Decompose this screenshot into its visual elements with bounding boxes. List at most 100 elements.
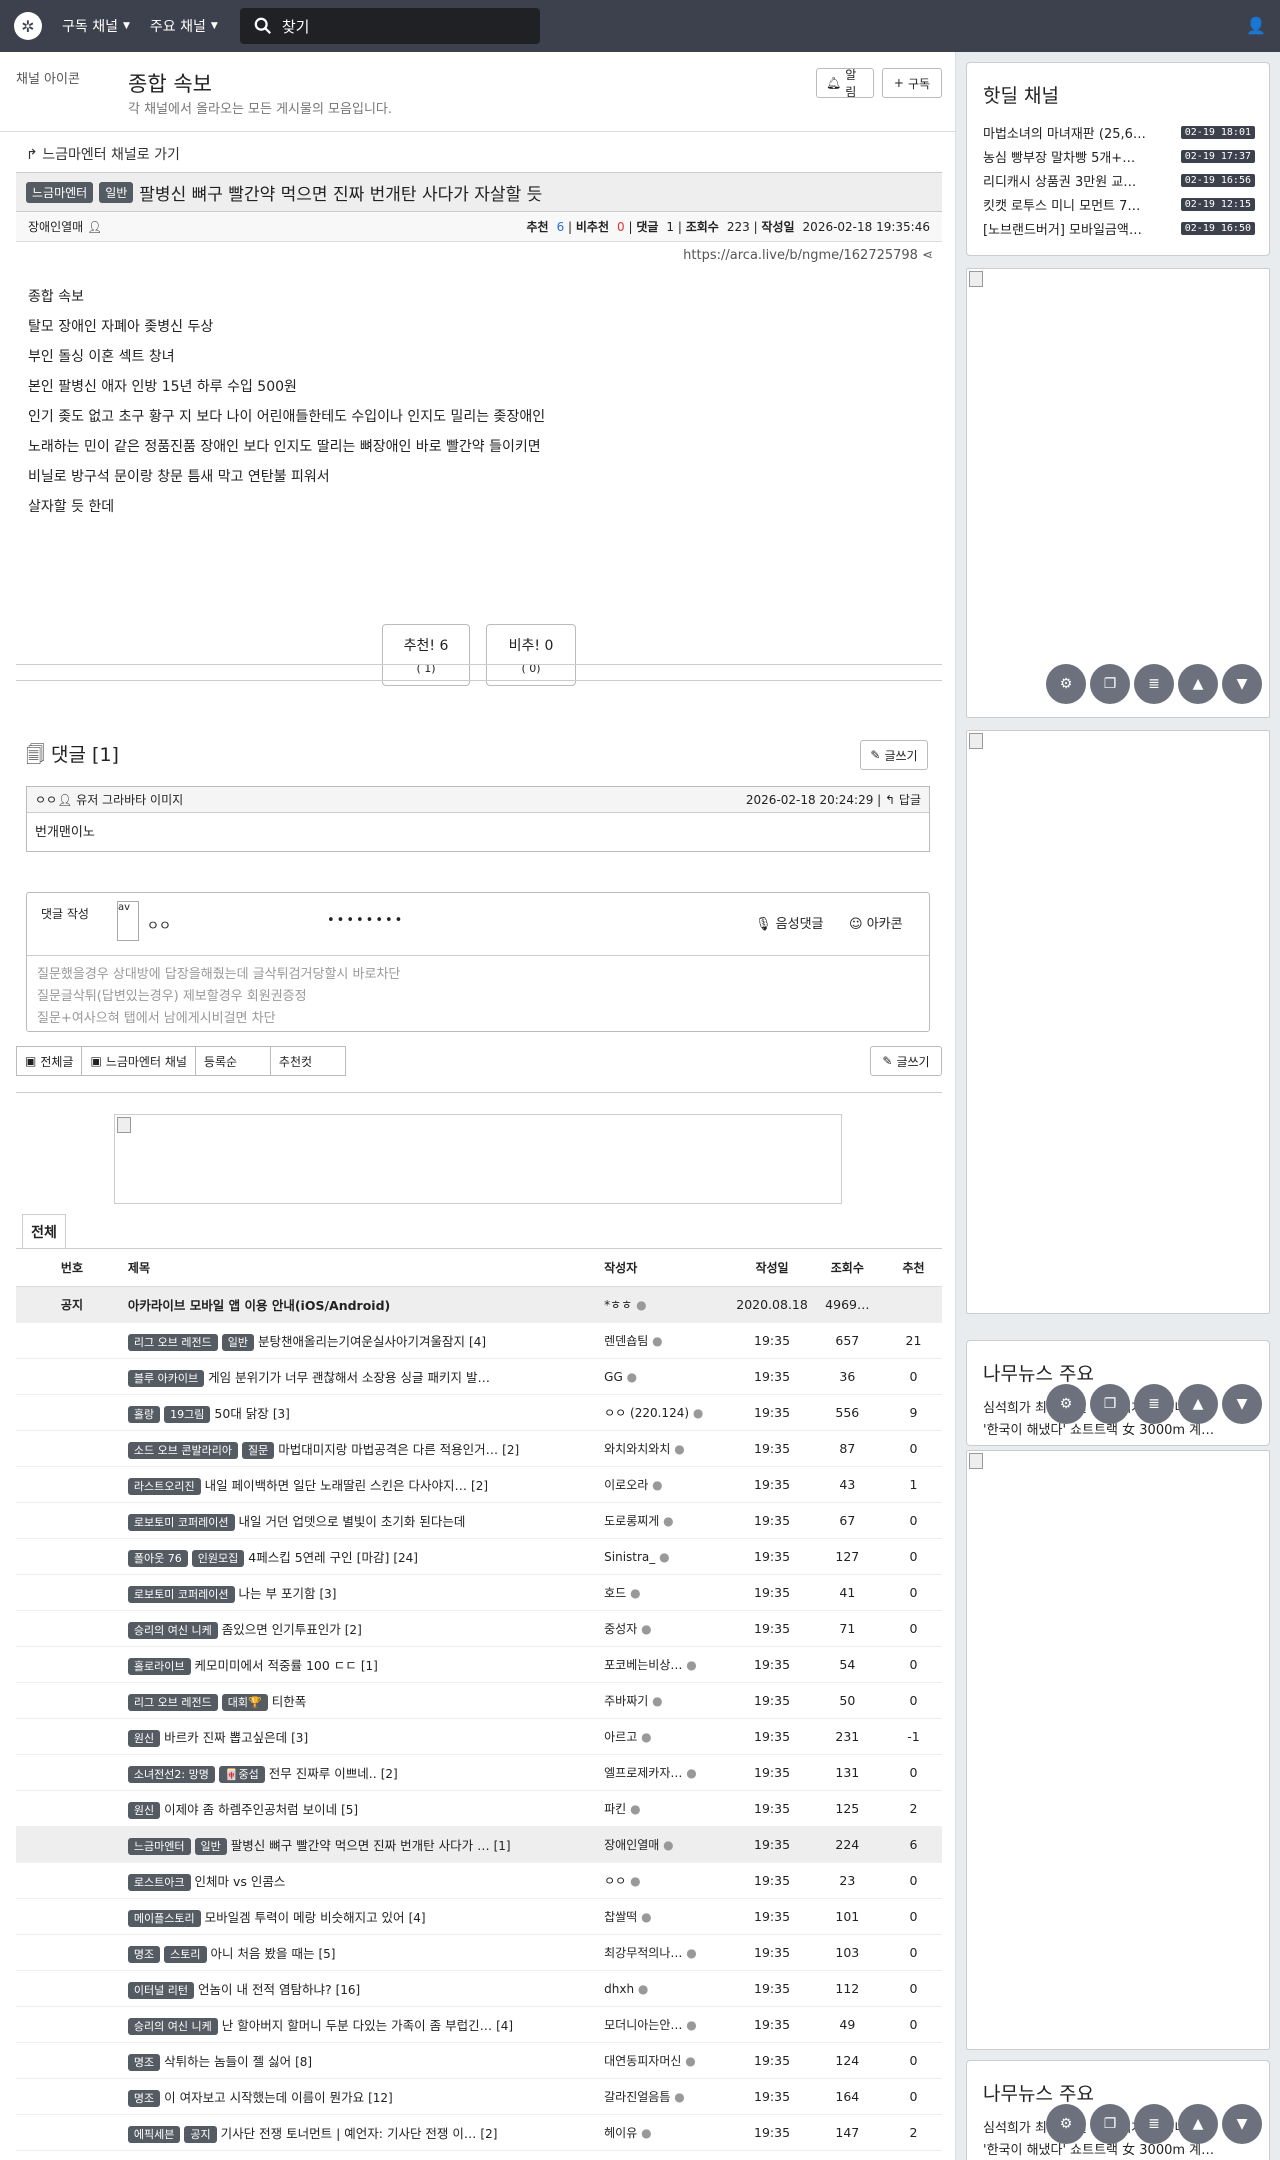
post-title-cell[interactable]: 원신 이제야 좀 하렘주인공처럼 보이네 [5] xyxy=(127,1790,605,1827)
table-row[interactable]: 라스트오리진 내일 페이백하면 일단 노래딸린 스킨은 다사야지… [2] 이로오라… xyxy=(16,1466,942,1503)
category-badge[interactable]: 일반 xyxy=(221,1334,255,1351)
comment-author[interactable]: ㅇㅇ👤︎ 유저 그라바타 이미지 xyxy=(35,791,183,808)
table-row[interactable]: 로보토미 코퍼레이션 나는 부 포기함 [3] 호드 ● 19:35 41 0 xyxy=(16,1574,942,1611)
post-author[interactable]: 파킨 ● xyxy=(604,1790,735,1827)
gear-icon[interactable]: ⚙ xyxy=(1046,2104,1086,2144)
post-title-cell[interactable]: 명조 스토리 아니 처음 봤을 때는 [5] xyxy=(127,1934,605,1971)
password-field[interactable]: •••••••• xyxy=(327,913,404,928)
table-row[interactable]: 이터널 리턴 언놈이 내 전적 염탐하냐? [16] dhxh ● 19:35 11… xyxy=(16,1970,942,2007)
post-title-cell[interactable]: 라스트오리진 내일 페이백하면 일단 노래딸린 스킨은 다사야지… [2] xyxy=(127,1466,605,1503)
best-cut-tab[interactable]: 추천컷 xyxy=(269,1046,346,1076)
post-author[interactable]: 엘프로제카자… ● xyxy=(604,1754,735,1791)
post-title-cell[interactable]: 승리의 여신 니케 난 할아버지 할머니 두분 다있는 가족이 좀 부럽긴… [4] xyxy=(127,2006,605,2043)
ad-slot[interactable] xyxy=(966,268,1270,718)
table-row[interactable]: 홀로라이브 케모미미에서 적중률 100 ㄷㄷ [1] 포코베는비상… ● 19:3… xyxy=(16,1646,942,1683)
post-author[interactable]: 장애인열매 ● xyxy=(604,1826,735,1863)
category-badge[interactable]: 일반 xyxy=(194,1838,227,1855)
table-row[interactable]: 소녀전선2: 망명 🀄중섭 전무 진짜루 이쁘네.. [2] 엘프로제카자… ● 19… xyxy=(16,1754,942,1791)
news-title[interactable]: 나무뉴스 주요 xyxy=(983,1359,1269,1386)
category-badge[interactable]: 원신 xyxy=(127,1802,161,1819)
all-posts-tab[interactable]: ▣ 전체글 xyxy=(16,1046,83,1076)
list-icon[interactable]: ≣ xyxy=(1134,664,1174,704)
category-badge[interactable]: 로스트아크 xyxy=(127,1874,191,1891)
post-author[interactable]: ㅇㅇ ● xyxy=(604,1862,735,1899)
hotdeal-item[interactable]: [노브랜드버거] 모바일금액… 02-19 16:50 xyxy=(967,216,1269,240)
upvote-button[interactable]: 추천! 6( 1) xyxy=(382,624,470,686)
category-badge[interactable]: 폴아웃 76 xyxy=(127,1550,188,1567)
table-row[interactable]: 에픽세븐 공지 기사단 전쟁 토너먼트 | 예언자: 기사단 전쟁 이… [2] 헤이… xyxy=(16,2114,942,2151)
channel-posts-tab[interactable]: ▣ 느금마엔터 채널 xyxy=(81,1046,196,1076)
category-badge[interactable]: 라스트오리진 xyxy=(127,1478,201,1495)
category-badge[interactable]: 19그림 xyxy=(164,1406,211,1423)
nickname-field[interactable]: ㅇㅇ xyxy=(147,915,171,934)
table-row[interactable]: 원신 이제야 좀 하렘주인공처럼 보이네 [5] 파킨 ● 19:35 125 2 xyxy=(16,1790,942,1827)
post-author[interactable]: 모더니아는안… ● xyxy=(604,2006,735,2043)
reply-button[interactable]: ↰ 답글 xyxy=(885,793,921,807)
post-title-cell[interactable]: 명조 삭튀하는 놈들이 젤 싫어 [8] xyxy=(127,2042,605,2079)
category-badge[interactable]: 로보토미 코퍼레이션 xyxy=(127,1514,235,1531)
table-row[interactable]: 명조 삭튀하는 놈들이 젤 싫어 [8] 대연동피자머신 ● 19:35 124 0 xyxy=(16,2042,942,2079)
chevron-down-icon[interactable]: ▼ xyxy=(1222,1384,1262,1424)
chevron-up-icon[interactable]: ▲ xyxy=(1178,2104,1218,2144)
category-badge[interactable]: 일반 xyxy=(99,181,134,203)
hotdeal-item[interactable]: 농심 빵부장 말차빵 5개+… 02-19 17:37 xyxy=(967,144,1269,168)
gear-icon[interactable]: ⚙ xyxy=(1046,664,1086,704)
goto-channel-link[interactable]: ↱ 느금마엔터 채널로 가기 xyxy=(26,144,180,164)
table-row[interactable]: 소드 오브 콘발라리아 질문 마법대미지랑 마법공격은 다른 적용인거… [2] 와치… xyxy=(16,1430,942,1467)
subscribe-button[interactable]: + 구독 xyxy=(882,68,942,98)
subscribed-channels-dropdown[interactable]: 구독 채널 ▼ xyxy=(62,16,130,36)
category-badge[interactable]: 승리의 여신 니케 xyxy=(127,2018,218,2035)
order-tab[interactable]: 등록순 xyxy=(194,1046,271,1076)
post-title-cell[interactable]: 폴아웃 76 인원모집 4페스킵 5연레 구인 [마감] [24] xyxy=(127,1538,605,1575)
list-icon[interactable]: ≣ xyxy=(1134,1384,1174,1424)
post-author[interactable]: 아르고 ● xyxy=(604,1718,735,1755)
arcacon-button[interactable]: ☺ 아카콘 xyxy=(849,913,903,932)
arca-logo[interactable]: ✲ xyxy=(14,12,42,40)
post-author[interactable]: 헤이유 ● xyxy=(604,2114,735,2151)
copy-icon[interactable]: ❐ xyxy=(1090,664,1130,704)
post-title-cell[interactable]: 홀랑 19그림 50대 닭장 [3] xyxy=(127,1394,605,1431)
hotdeal-item[interactable]: 리디캐시 상품권 3만원 교… 02-19 16:56 xyxy=(967,168,1269,192)
copy-icon[interactable]: ❐ xyxy=(1090,2104,1130,2144)
post-title-cell[interactable]: 홀로라이브언급 안된 이유: 없어서 못먹음 xyxy=(127,2150,605,2160)
search-input[interactable]: 찾기 xyxy=(239,8,540,44)
post-title-cell[interactable]: 원신 바르카 진짜 뽑고싶은데 [3] xyxy=(127,1718,605,1755)
downvote-button[interactable]: 비추! 0( 0) xyxy=(486,624,576,686)
post-title-cell[interactable]: 소드 오브 콘발라리아 질문 마법대미지랑 마법공격은 다른 적용인거… [2] xyxy=(127,1430,605,1467)
post-author[interactable]: Sinistra_ ● xyxy=(604,1538,735,1575)
category-badge[interactable]: 질문 xyxy=(242,1442,275,1459)
table-row[interactable]: 홀랑 19그림 50대 닭장 [3] ㅇㅇ (220.124) ● 19:35 556… xyxy=(16,1394,942,1431)
post-title-cell[interactable]: 로보토미 코퍼레이션 내일 거던 업뎃으로 별빛이 초기화 된다는데 xyxy=(127,1502,605,1539)
post-title-cell[interactable]: 명조 이 여자보고 시작했는데 이름이 뭔가요 [12] xyxy=(127,2078,605,2115)
category-badge[interactable]: 원신 xyxy=(127,1730,161,1747)
chevron-down-icon[interactable]: ▼ xyxy=(1222,664,1262,704)
share-icon[interactable]: ⋖ xyxy=(922,248,933,263)
hotdeal-item[interactable]: 킷캣 로투스 미니 모먼트 7… 02-19 12:15 xyxy=(967,192,1269,216)
chevron-up-icon[interactable]: ▲ xyxy=(1178,664,1218,704)
category-badge[interactable]: 리그 오브 레전드 xyxy=(127,1334,218,1351)
post-author[interactable]: GG ● xyxy=(604,1358,735,1395)
post-title-cell[interactable]: 리그 오브 레전드 대회🏆 티한폭 xyxy=(127,1682,605,1719)
post-title-cell[interactable]: 메이플스토리 모바일겜 투력이 메랑 비슷해지고 있어 [4] xyxy=(127,1898,605,1935)
post-author[interactable]: 렌덴숍팀 ● xyxy=(604,1322,735,1359)
category-badge[interactable]: 스토리 xyxy=(164,1946,207,1963)
category-badge[interactable]: 느금마엔터 xyxy=(26,181,94,203)
post-title-cell[interactable]: 승리의 여신 니케 좀있으면 인기투표인가 [2] xyxy=(127,1610,605,1647)
category-badge[interactable]: 소녀전선2: 망명 xyxy=(127,1766,215,1783)
post-title-cell[interactable]: 로보토미 코퍼레이션 나는 부 포기함 [3] xyxy=(127,1574,605,1611)
category-badge[interactable]: 명조 xyxy=(127,2054,161,2071)
board-title[interactable]: 종합 속보 xyxy=(128,68,212,98)
post-author[interactable]: 도로롱찌게 ● xyxy=(604,1502,735,1539)
category-badge[interactable]: 블루 아카이브 xyxy=(127,1370,205,1387)
table-row[interactable]: 로보토미 코퍼레이션 내일 거던 업뎃으로 별빛이 초기화 된다는데 도로롱찌게 … xyxy=(16,1502,942,1539)
post-title-cell[interactable]: 홀로라이브 케모미미에서 적중률 100 ㄷㄷ [1] xyxy=(127,1646,605,1683)
write-comment-button[interactable]: ✎ 글쓰기 xyxy=(860,740,928,770)
post-author[interactable]: dhxh ● xyxy=(604,1970,735,2007)
table-row[interactable]: 승리의 여신 니케 난 할아버지 할머니 두분 다있는 가족이 좀 부럽긴… [4]… xyxy=(16,2006,942,2043)
table-row[interactable]: 느금마엔터 일반 팔병신 뼈구 빨간약 먹으면 진짜 번개탄 사다가 … [1] 장애… xyxy=(16,1826,942,1863)
post-author[interactable]: 호드 ● xyxy=(604,1574,735,1611)
post-title-cell[interactable]: 소녀전선2: 망명 🀄중섭 전무 진짜루 이쁘네.. [2] xyxy=(127,1754,605,1791)
category-badge[interactable]: 홀랑 xyxy=(127,1406,161,1423)
post-title-cell[interactable]: 에픽세븐 공지 기사단 전쟁 토너먼트 | 예언자: 기사단 전쟁 이… [2] xyxy=(127,2114,605,2151)
write-post-button[interactable]: ✎ 글쓰기 xyxy=(870,1046,942,1076)
